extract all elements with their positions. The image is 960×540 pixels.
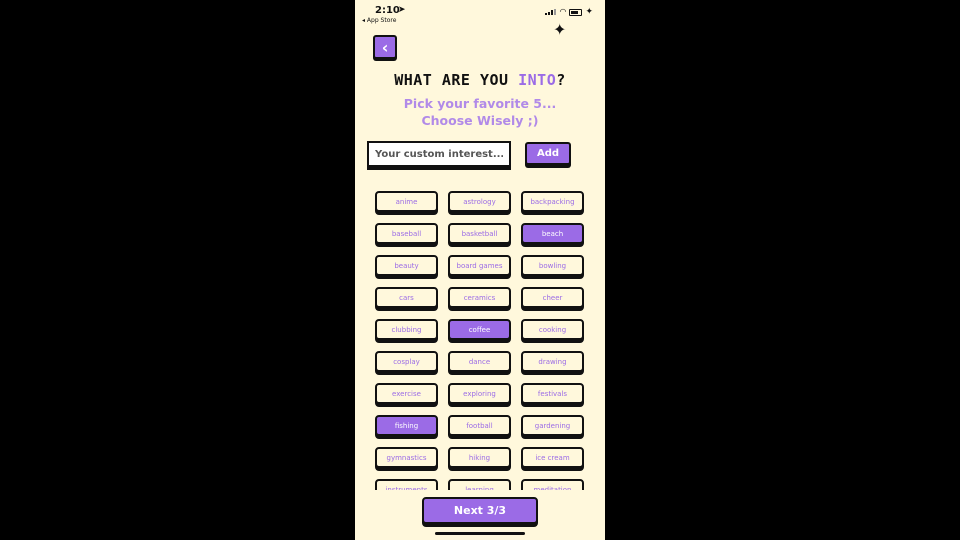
interest-grid[interactable]: anime astrology backpacking baseball basketb… — [375, 191, 585, 490]
back-to-app-store-link[interactable]: ◂ App Store — [362, 17, 396, 24]
interest-chip[interactable]: ceramics — [448, 287, 511, 308]
status-time: 2:10 — [375, 5, 400, 16]
interest-chip[interactable]: coffee — [448, 319, 511, 340]
interest-chip[interactable]: beauty — [375, 255, 438, 276]
sparkle-icon: ✦ — [553, 20, 567, 39]
interest-chip[interactable]: dance — [448, 351, 511, 372]
interest-chip[interactable]: cooking — [521, 319, 584, 340]
subtitle-line-1: Pick your favorite 5... — [403, 96, 557, 111]
cellular-signal-icon — [545, 9, 557, 15]
title-accent: INTO — [518, 71, 557, 89]
interest-chip[interactable]: cosplay — [375, 351, 438, 372]
subtitle: Pick your favorite 5... Choose Wisely ;) — [355, 95, 605, 129]
interest-chip[interactable]: beach — [521, 223, 584, 244]
interest-chip[interactable]: backpacking — [521, 191, 584, 212]
interest-chip[interactable]: football — [448, 415, 511, 436]
interest-chip[interactable]: fishing — [375, 415, 438, 436]
interest-chip[interactable]: festivals — [521, 383, 584, 404]
page-title: WHAT ARE YOU INTO? — [355, 71, 605, 89]
interest-chip[interactable]: clubbing — [375, 319, 438, 340]
interest-chip[interactable]: board games — [448, 255, 511, 276]
subtitle-line-2: Choose Wisely ;) — [421, 113, 539, 128]
interest-chip[interactable]: exercise — [375, 383, 438, 404]
next-button[interactable]: Next 3/3 — [422, 497, 538, 524]
battery-icon — [569, 8, 583, 16]
interest-chip[interactable]: baseball — [375, 223, 438, 244]
interest-chip[interactable]: exploring — [448, 383, 511, 404]
phone-screen: 2:10 ➤ ◂ App Store ◠ ✦ ✦ ‹ WHAT ARE YOU … — [355, 0, 605, 540]
interest-chip[interactable]: hiking — [448, 447, 511, 468]
status-bar: 2:10 ➤ ◂ App Store ◠ ✦ — [355, 0, 605, 30]
add-button[interactable]: Add — [525, 142, 571, 165]
interest-chip[interactable]: drawing — [521, 351, 584, 372]
interest-chip[interactable]: ice cream — [521, 447, 584, 468]
title-prefix: WHAT ARE YOU — [394, 71, 519, 89]
interest-chip[interactable]: meditation — [521, 479, 584, 490]
sparkle-small-icon: ✦ — [585, 7, 593, 17]
custom-interest-input[interactable] — [367, 141, 511, 167]
interest-chip[interactable]: astrology — [448, 191, 511, 212]
back-button[interactable]: ‹ — [373, 35, 397, 59]
interest-chip[interactable]: anime — [375, 191, 438, 212]
interest-chip[interactable]: gymnastics — [375, 447, 438, 468]
interest-chip[interactable]: learning — [448, 479, 511, 490]
interest-chip[interactable]: basketball — [448, 223, 511, 244]
interest-chip[interactable]: cars — [375, 287, 438, 308]
interest-chip[interactable]: gardening — [521, 415, 584, 436]
title-suffix: ? — [556, 71, 566, 89]
interest-chip[interactable]: cheer — [521, 287, 584, 308]
home-indicator — [435, 532, 525, 535]
location-arrow-icon: ➤ — [398, 5, 406, 15]
wifi-icon: ◠ — [559, 7, 567, 16]
interest-chip[interactable]: instruments — [375, 479, 438, 490]
system-icons: ◠ ✦ — [545, 7, 593, 17]
chevron-left-icon: ‹ — [381, 37, 389, 57]
interest-chip[interactable]: bowling — [521, 255, 584, 276]
